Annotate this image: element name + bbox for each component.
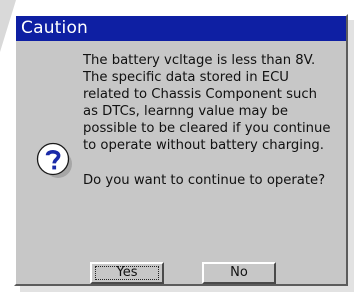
message-line: possible to be cleared if you continue <box>83 121 331 136</box>
question-icon <box>36 142 72 178</box>
no-button-label: No <box>230 265 248 280</box>
dialog-title: Caution <box>16 16 346 41</box>
message-line: The specific data stored in ECU <box>83 70 289 85</box>
message-line: related to Chassis Component such <box>83 87 317 102</box>
caution-dialog: Caution The battery vcltage is less than… <box>14 14 348 286</box>
screen: Caution The battery vcltage is less than… <box>0 0 364 294</box>
message-line: The battery vcltage is less than 8V. <box>83 53 316 68</box>
dialog-message: The battery vcltage is less than 8V. The… <box>83 52 345 189</box>
message-paragraph: The battery vcltage is less than 8V. The… <box>83 52 345 154</box>
message-line: to operate without battery charging. <box>83 138 324 153</box>
yes-button[interactable]: Yes <box>90 262 164 284</box>
question-text: Do you want to continue to operate? <box>83 173 326 188</box>
no-button[interactable]: No <box>202 262 276 284</box>
focus-rectangle <box>95 266 159 280</box>
message-line: as DTCs, learnng value may be <box>83 104 288 119</box>
message-spacer <box>83 154 345 172</box>
